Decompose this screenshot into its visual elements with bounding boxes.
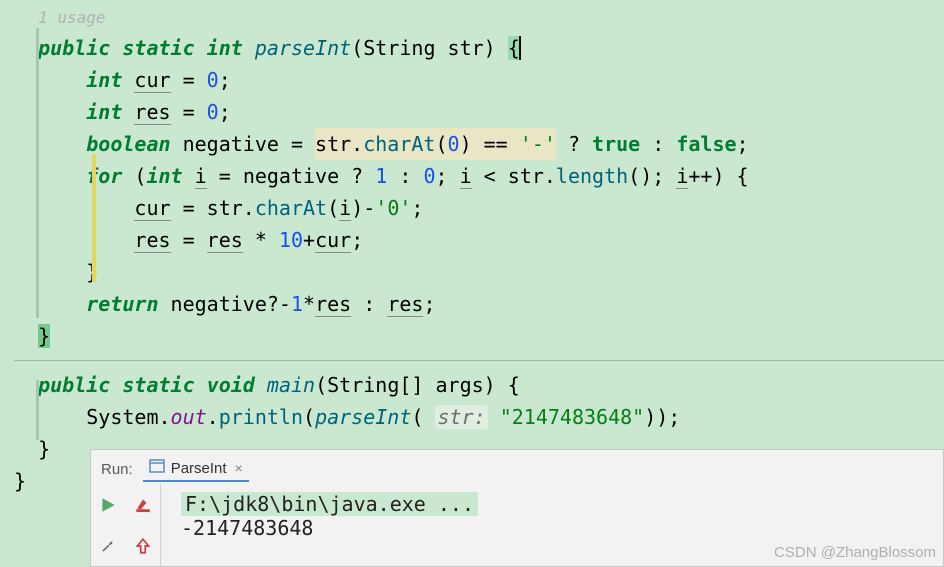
code-editor[interactable]: 1 usage public static int parseInt(Strin… [0,0,944,497]
method-name-main: main [267,373,315,397]
var-cur: cur [134,68,170,93]
close-brace: } [38,324,50,348]
change-marker [92,154,96,282]
run-output[interactable]: F:\jdk8\bin\java.exe ... -2147483648 [175,488,943,562]
highlighted-expr: str.charAt(0) == '-' [315,128,556,160]
method-separator [14,360,944,361]
close-icon[interactable]: × [235,460,243,476]
up-arrow-icon [134,537,152,555]
stop-edit-button[interactable] [126,484,161,525]
param-name: str [448,36,484,60]
run-config-tab[interactable]: ParseInt × [143,456,249,482]
run-label: Run: [101,461,133,478]
run-toolbar [91,484,161,566]
kw-int: int [207,36,243,60]
var-res: res [134,100,170,125]
param-type: String [363,36,435,60]
method-name-parseInt: parseInt [255,36,351,60]
up-arrow-button[interactable] [126,525,161,566]
var-i: i [195,164,207,189]
run-tab-name: ParseInt [171,460,227,477]
stop-edit-icon [134,496,152,514]
var-negative: negative [183,132,279,156]
kw-static: static [122,36,194,60]
arg-string: "2147483648" [500,405,645,429]
usage-hint: 1 usage [38,8,105,27]
run-panel: Run: ParseInt × F:\jdk8\bin\java.exe ...… [90,449,944,567]
gutter-guide-1 [36,28,39,318]
window-icon [149,458,165,478]
wrench-button[interactable] [91,525,126,566]
kw-public: public [38,36,110,60]
wrench-icon [99,537,117,555]
gutter-guide-2 [36,380,39,440]
play-button[interactable] [91,484,126,525]
caret-cursor [519,36,521,60]
run-command: F:\jdk8\bin\java.exe ... [181,492,478,516]
run-header: Run: ParseInt × [91,450,943,482]
run-output-line: -2147483648 [181,516,937,540]
play-icon [99,496,117,514]
inlay-hint: str: [435,405,487,429]
